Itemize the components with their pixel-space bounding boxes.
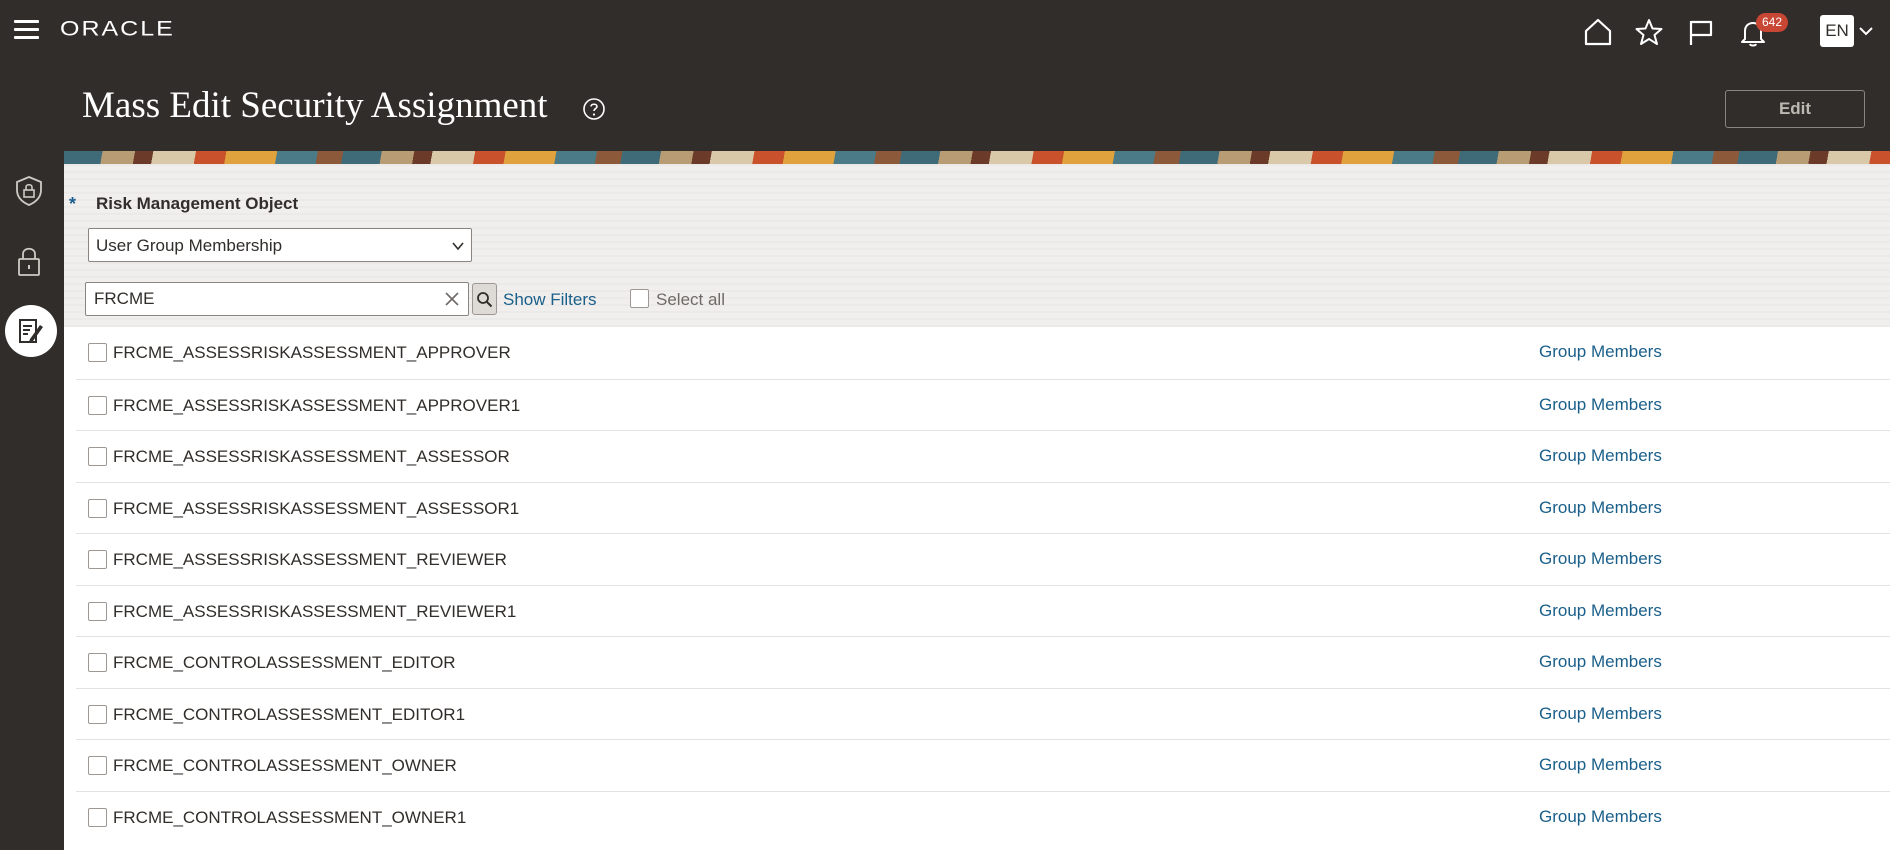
required-marker: *: [69, 194, 77, 214]
group-members-link[interactable]: Group Members: [1539, 755, 1662, 775]
search-icon: [477, 292, 493, 308]
search-input[interactable]: [92, 284, 432, 314]
chevron-down-icon: [452, 242, 464, 251]
chevron-down-icon[interactable]: [1857, 22, 1875, 40]
global-header: ORACLE 642 EN: [0, 0, 1890, 62]
list-item: FRCME_ASSESSRISKASSESSMENT_APPROVER Group…: [76, 327, 1890, 379]
filter-panel: * Risk Management Object User Group Memb…: [64, 164, 1890, 327]
group-members-link[interactable]: Group Members: [1539, 601, 1662, 621]
group-members-link[interactable]: Group Members: [1539, 704, 1662, 724]
decorative-banner: [64, 151, 1890, 164]
page-title: Mass Edit Security Assignment: [82, 85, 548, 126]
home-icon[interactable]: [1583, 17, 1613, 47]
show-filters-link[interactable]: Show Filters: [503, 290, 597, 310]
hamburger-menu-icon[interactable]: [14, 20, 42, 42]
group-members-link[interactable]: Group Members: [1539, 652, 1662, 672]
edit-button[interactable]: Edit: [1725, 90, 1865, 128]
select-all-label: Select all: [656, 290, 725, 309]
list-item: FRCME_CONTROLASSESSMENT_OWNER Group Membe…: [76, 739, 1890, 791]
group-members-link[interactable]: Group Members: [1539, 498, 1662, 518]
group-name: FRCME_ASSESSRISKASSESSMENT_ASSESSOR: [113, 447, 510, 466]
list-item: FRCME_ASSESSRISKASSESSMENT_APPROVER1 Grou…: [76, 378, 1890, 431]
group-name: FRCME_CONTROLASSESSMENT_OWNER: [113, 756, 457, 775]
list-item: FRCME_ASSESSRISKASSESSMENT_REVIEWER1 Grou…: [76, 584, 1890, 637]
notification-count-badge: 642: [1756, 13, 1789, 32]
row-checkbox[interactable]: [88, 447, 107, 466]
row-checkbox[interactable]: [88, 601, 107, 621]
risk-management-object-select[interactable]: User Group Membership: [88, 228, 472, 262]
group-name: FRCME_ASSESSRISKASSESSMENT_APPROVER: [113, 343, 511, 362]
search-box: [85, 282, 469, 316]
oracle-logo: ORACLE: [60, 17, 175, 41]
clear-icon[interactable]: [444, 291, 460, 307]
group-members-link[interactable]: Group Members: [1539, 807, 1662, 827]
row-checkbox[interactable]: [88, 653, 107, 672]
main-content: * Risk Management Object User Group Memb…: [64, 164, 1890, 850]
group-name: FRCME_ASSESSRISKASSESSMENT_REVIEWER: [113, 550, 507, 569]
search-button[interactable]: [472, 283, 497, 315]
help-circle-icon[interactable]: [582, 97, 606, 121]
row-checkbox[interactable]: [88, 756, 107, 775]
flag-icon[interactable]: [1686, 17, 1716, 47]
row-checkbox[interactable]: [88, 704, 107, 724]
select-value: User Group Membership: [96, 236, 283, 255]
language-selector[interactable]: EN: [1820, 15, 1854, 47]
group-members-link[interactable]: Group Members: [1539, 395, 1662, 415]
list-item: FRCME_ASSESSRISKASSESSMENT_ASSESSOR Group…: [76, 430, 1890, 482]
group-name: FRCME_ASSESSRISKASSESSMENT_APPROVER1: [113, 395, 521, 415]
results-list: FRCME_ASSESSRISKASSESSMENT_APPROVER Group…: [64, 327, 1890, 842]
select-all-checkbox[interactable]: [630, 289, 649, 308]
risk-management-object-label: Risk Management Object: [96, 194, 299, 213]
star-icon[interactable]: [1634, 17, 1664, 47]
list-item: FRCME_CONTROLASSESSMENT_OWNER1 Group Memb…: [76, 790, 1890, 843]
edit-document-icon[interactable]: [5, 305, 57, 357]
row-checkbox[interactable]: [88, 550, 107, 569]
group-name: FRCME_ASSESSRISKASSESSMENT_ASSESSOR1: [113, 498, 520, 518]
list-item: FRCME_CONTROLASSESSMENT_EDITOR1 Group Mem…: [76, 687, 1890, 740]
group-members-link[interactable]: Group Members: [1539, 446, 1662, 466]
shield-lock-icon[interactable]: [12, 174, 46, 208]
row-checkbox[interactable]: [88, 395, 107, 415]
list-item: FRCME_CONTROLASSESSMENT_EDITOR Group Memb…: [76, 636, 1890, 688]
row-checkbox[interactable]: [88, 343, 107, 362]
list-item: FRCME_ASSESSRISKASSESSMENT_REVIEWER Group…: [76, 533, 1890, 585]
row-checkbox[interactable]: [88, 807, 107, 827]
list-item: FRCME_ASSESSRISKASSESSMENT_ASSESSOR1 Grou…: [76, 481, 1890, 534]
lock-icon[interactable]: [12, 244, 46, 278]
group-name: FRCME_ASSESSRISKASSESSMENT_REVIEWER1: [113, 601, 517, 621]
group-name: FRCME_CONTROLASSESSMENT_OWNER1: [113, 807, 467, 827]
group-name: FRCME_CONTROLASSESSMENT_EDITOR: [113, 653, 456, 672]
group-name: FRCME_CONTROLASSESSMENT_EDITOR1: [113, 704, 466, 724]
group-members-link[interactable]: Group Members: [1539, 342, 1662, 362]
group-members-link[interactable]: Group Members: [1539, 549, 1662, 569]
row-checkbox[interactable]: [88, 498, 107, 518]
